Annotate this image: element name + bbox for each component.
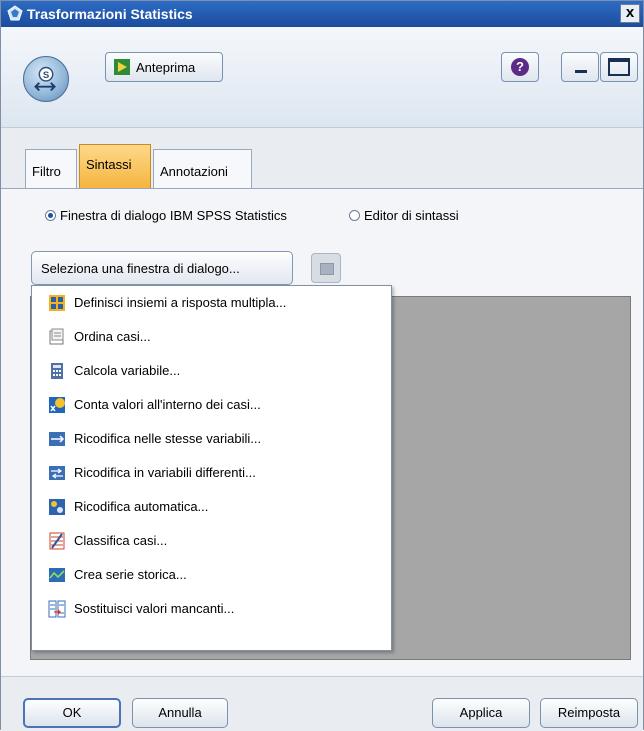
tab-label: Filtro: [32, 164, 61, 179]
recode-same-icon: [49, 432, 65, 446]
menu-item-define-multiple-response[interactable]: Definisci insiemi a risposta multipla...: [32, 286, 391, 320]
preview-label: Anteprima: [136, 60, 196, 75]
tab-filtro[interactable]: Filtro: [25, 149, 77, 189]
menu-item-label: Ricodifica nelle stesse variabili...: [74, 431, 262, 446]
cancel-button[interactable]: Annulla: [132, 698, 228, 728]
tab-label: Annotazioni: [160, 164, 228, 179]
menu-item-create-time-series[interactable]: Crea serie storica...: [32, 558, 391, 592]
menu-item-count-values[interactable]: Conta valori all'interno dei casi...: [32, 388, 391, 422]
menu-item-label: Conta valori all'interno dei casi...: [74, 397, 261, 412]
menu-item-replace-missing[interactable]: Sostituisci valori mancanti...: [32, 592, 391, 626]
toolbar: S Anteprima ?: [1, 27, 643, 128]
apply-button[interactable]: Applica: [432, 698, 530, 728]
menu-item-label: Definisci insiemi a risposta multipla...: [74, 295, 287, 310]
statistics-transform-icon: [7, 5, 23, 21]
maximize-icon: [608, 58, 630, 76]
reset-button[interactable]: Reimposta: [540, 698, 638, 728]
preview-button[interactable]: Anteprima: [105, 52, 223, 82]
maximize-button[interactable]: [600, 52, 638, 82]
help-button[interactable]: ?: [501, 52, 539, 82]
minimize-button[interactable]: [561, 52, 599, 82]
menu-item-recode-same[interactable]: Ricodifica nelle stesse variabili...: [32, 422, 391, 456]
minimize-icon: [575, 70, 587, 73]
menu-item-auto-recode[interactable]: Ricodifica automatica...: [32, 490, 391, 524]
menu-item-label: Ricodifica in variabili differenti...: [74, 465, 256, 480]
time-series-icon: [49, 568, 65, 582]
grid-icon: [49, 295, 65, 311]
svg-text:S: S: [43, 70, 49, 81]
menu-item-compute-variable[interactable]: Calcola variabile...: [32, 354, 391, 388]
count-icon: [49, 397, 65, 413]
menu-item-label: Calcola variabile...: [74, 363, 181, 378]
tab-label: Sintassi: [86, 157, 132, 172]
select-dialog-label: Seleziona una finestra di dialogo...: [41, 261, 240, 276]
replace-missing-icon: [48, 600, 66, 618]
dialog-menu: Definisci insiemi a risposta multipla...…: [31, 285, 392, 651]
preview-icon: [114, 59, 130, 75]
ok-button[interactable]: OK: [23, 698, 121, 728]
window-title: Trasformazioni Statistics: [27, 6, 193, 22]
menu-item-label: Ricodifica automatica...: [74, 499, 209, 514]
close-button[interactable]: x: [620, 4, 640, 23]
dialog-options-button[interactable]: [311, 253, 341, 283]
tab-annotazioni[interactable]: Annotazioni: [153, 149, 252, 189]
dialog-mode-label[interactable]: Finestra di dialogo IBM SPSS Statistics: [60, 208, 287, 223]
help-glyph: ?: [516, 59, 524, 74]
node-icon: S: [23, 56, 69, 102]
close-icon: x: [625, 4, 635, 21]
tab-sintassi[interactable]: Sintassi: [79, 144, 151, 189]
menu-item-label: Crea serie storica...: [74, 567, 187, 582]
auto-recode-icon: [49, 499, 65, 515]
recode-different-icon: [49, 466, 65, 480]
calculator-icon: [51, 363, 63, 379]
syntax-editor-radio[interactable]: [349, 210, 360, 221]
menu-item-label: Classifica casi...: [74, 533, 168, 548]
menu-item-rank-cases[interactable]: Classifica casi...: [32, 524, 391, 558]
menu-item-label: Ordina casi...: [74, 329, 151, 344]
menu-item-label: Sostituisci valori mancanti...: [74, 601, 235, 616]
sort-icon: [49, 328, 64, 345]
select-dialog-button[interactable]: Seleziona una finestra di dialogo...: [31, 251, 293, 285]
dialog-mode-radio[interactable]: [45, 210, 56, 221]
rank-icon: [49, 532, 65, 550]
dialog-window: Trasformazioni Statistics x S Anteprima …: [0, 0, 644, 731]
title-bar[interactable]: Trasformazioni Statistics x: [1, 1, 643, 27]
menu-item-sort-cases[interactable]: Ordina casi...: [32, 320, 391, 354]
menu-item-recode-different[interactable]: Ricodifica in variabili differenti...: [32, 456, 391, 490]
syntax-editor-label[interactable]: Editor di sintassi: [364, 208, 459, 223]
